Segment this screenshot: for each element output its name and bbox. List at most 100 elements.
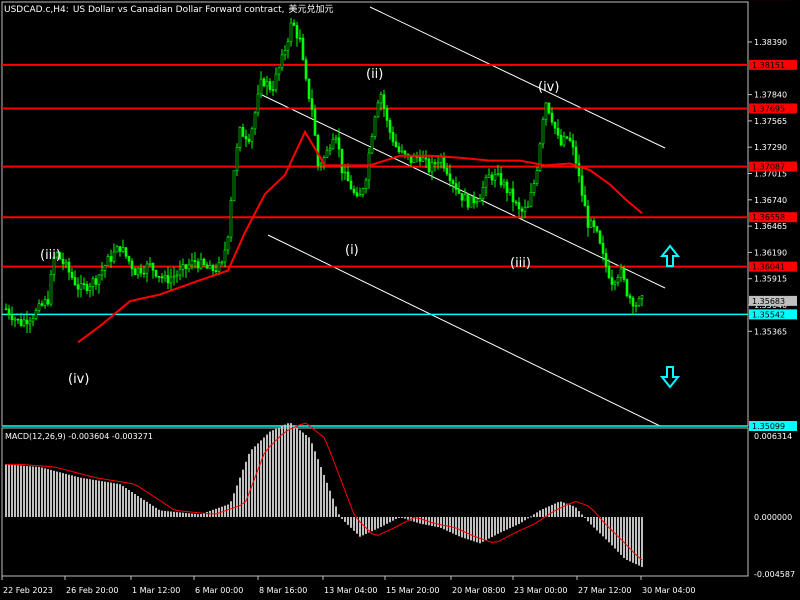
time-tick-label: 13 Mar 04:00 xyxy=(324,586,377,595)
candle-body xyxy=(361,188,365,195)
candle-body xyxy=(376,102,380,118)
candle-body xyxy=(508,188,512,193)
macd-bar xyxy=(374,517,376,530)
macd-bar xyxy=(530,516,532,518)
macd-bar xyxy=(467,517,469,540)
candle-body xyxy=(430,162,434,173)
candle-body xyxy=(556,127,560,136)
price-tick-label: 1.35365 xyxy=(754,327,787,336)
macd-bar xyxy=(215,508,217,517)
macd-bar xyxy=(419,517,421,524)
candle-body xyxy=(535,170,539,184)
macd-bar xyxy=(476,517,478,543)
candle-body xyxy=(148,262,152,265)
macd-bar xyxy=(524,517,526,521)
macd-bar xyxy=(260,440,262,517)
macd-bar xyxy=(89,479,91,517)
macd-bar xyxy=(197,514,199,517)
time-tick-label: 20 Mar 08:00 xyxy=(452,586,505,595)
macd-bar xyxy=(575,507,577,517)
candle-body xyxy=(292,22,296,26)
candle-body xyxy=(427,158,431,173)
candle-body xyxy=(109,256,113,262)
candle-body xyxy=(637,298,641,306)
symbol-chinese-label: 美元兑加元 xyxy=(288,5,334,15)
price-tag-label: 1.38151 xyxy=(752,61,785,70)
candle-body xyxy=(61,258,65,265)
candle-body xyxy=(7,308,11,316)
macd-bar xyxy=(185,512,187,517)
candle-body xyxy=(583,194,587,207)
candle-body xyxy=(70,271,74,278)
macd-bar xyxy=(584,517,586,518)
candle-body xyxy=(592,220,596,227)
candle-body xyxy=(511,188,515,203)
candle-body xyxy=(436,162,440,165)
price-tick-label: 1.36190 xyxy=(754,248,787,257)
macd-bar xyxy=(491,517,493,537)
candle-body xyxy=(244,136,248,140)
candle-body xyxy=(400,150,404,153)
price-chart[interactable]: 1.383901.378401.375651.372901.370151.367… xyxy=(0,0,800,600)
candle-body xyxy=(589,220,593,228)
candle-body xyxy=(463,194,467,201)
candle-body xyxy=(49,274,53,305)
macd-bar xyxy=(338,514,340,517)
macd-bar xyxy=(278,427,280,517)
macd-bar xyxy=(386,517,388,524)
macd-bar xyxy=(344,517,346,522)
price-tick-label: 1.38390 xyxy=(754,38,787,47)
candle-body xyxy=(337,137,341,150)
candle-body xyxy=(346,171,350,182)
macd-bar xyxy=(242,469,244,517)
candle-body xyxy=(229,200,233,238)
macd-bar xyxy=(287,423,289,517)
candle-body xyxy=(40,303,44,306)
candle-body xyxy=(166,275,170,284)
candle-body xyxy=(409,155,413,163)
candle-body xyxy=(190,260,194,266)
macd-bar xyxy=(140,497,142,517)
candle-body xyxy=(220,261,224,264)
time-tick-label: 30 Mar 04:00 xyxy=(642,586,695,595)
candle-body xyxy=(175,274,179,277)
candle-body xyxy=(472,196,476,204)
macd-bar xyxy=(149,503,151,517)
candle-body xyxy=(16,318,20,321)
candle-body xyxy=(82,283,86,285)
candle-body xyxy=(25,319,29,325)
candle-body xyxy=(28,320,32,325)
candle-body xyxy=(481,187,485,200)
candle-body xyxy=(355,192,359,197)
candle-body xyxy=(157,276,161,278)
macd-bar xyxy=(227,504,229,517)
candle-body xyxy=(127,255,131,262)
macd-bar xyxy=(404,517,406,519)
macd-bar xyxy=(593,517,595,528)
macd-bar xyxy=(296,427,298,517)
macd-bar xyxy=(254,446,256,517)
macd-bar xyxy=(263,437,265,517)
candle-body xyxy=(631,297,635,307)
macd-bar xyxy=(551,504,553,517)
wave-label: (iii) xyxy=(510,256,531,271)
candle-body xyxy=(307,78,311,99)
time-tick-label: 1 Mar 12:00 xyxy=(132,586,180,595)
candle-body xyxy=(529,192,533,207)
macd-bar xyxy=(341,517,343,519)
macd-bar xyxy=(407,517,409,520)
candle-body xyxy=(151,262,155,271)
candle-body xyxy=(277,67,281,75)
macd-bar xyxy=(527,517,529,519)
candle-body xyxy=(460,193,464,201)
candle-body xyxy=(94,278,98,285)
price-tag-label: 1.35099 xyxy=(752,422,785,431)
macd-bar xyxy=(569,504,571,517)
candle-body xyxy=(613,281,617,285)
candle-body xyxy=(445,167,449,175)
candle-body xyxy=(364,179,368,189)
candle-body xyxy=(424,157,428,160)
macd-bar xyxy=(560,501,562,517)
candle-body xyxy=(451,180,455,184)
candle-body xyxy=(433,162,437,165)
